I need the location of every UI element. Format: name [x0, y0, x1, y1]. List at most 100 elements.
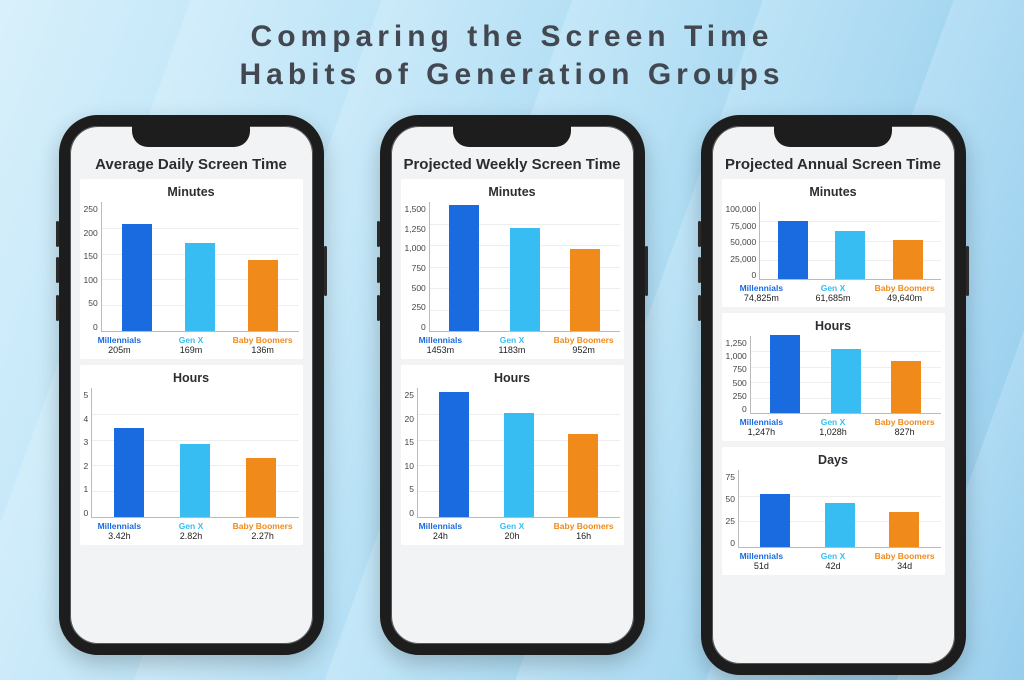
- y-axis: 2520151050: [405, 388, 417, 518]
- x-label: Millennials74,825m: [726, 283, 798, 303]
- category-value: 1,247h: [726, 427, 798, 437]
- category-value: 20h: [476, 531, 548, 541]
- chart-card: Minutes100,00075,00050,00025,0000Millenn…: [722, 179, 945, 307]
- bar-area: [91, 388, 298, 518]
- x-label: Baby Boomers827h: [869, 417, 941, 437]
- y-tick: 2: [84, 461, 89, 471]
- phone-frame: Average Daily Screen TimeMinutes25020015…: [59, 115, 324, 655]
- y-tick: 0: [93, 322, 98, 332]
- gridline: [92, 414, 298, 415]
- y-tick: 500: [733, 378, 747, 388]
- phone-title: Projected Weekly Screen Time: [401, 156, 624, 173]
- chart-plot: 2520151050: [405, 388, 620, 518]
- y-tick: 50: [88, 298, 97, 308]
- chart-card: Minutes250200150100500Millennials205mGen…: [80, 179, 303, 359]
- phone-frame: Projected Weekly Screen TimeMinutes1,500…: [380, 115, 645, 655]
- bar: [891, 361, 921, 413]
- bar-area: [417, 388, 620, 518]
- y-tick: 0: [409, 508, 414, 518]
- bar-area: [101, 202, 299, 332]
- y-tick: 50: [726, 494, 735, 504]
- y-tick: 25: [726, 516, 735, 526]
- chart-card: Hours1,2501,0007505002500Millennials1,24…: [722, 313, 945, 441]
- page-title: Comparing the Screen Time Habits of Gene…: [0, 0, 1024, 93]
- chart-title: Hours: [405, 371, 620, 385]
- category-name: Millennials: [405, 335, 477, 345]
- category-value: 3.42h: [84, 531, 156, 541]
- category-value: 16h: [548, 531, 620, 541]
- chart-plot: 543210: [84, 388, 299, 518]
- y-axis: 1,5001,2501,0007505002500: [405, 202, 429, 332]
- category-name: Baby Boomers: [227, 335, 299, 345]
- category-name: Baby Boomers: [548, 335, 620, 345]
- y-tick: 10: [405, 461, 414, 471]
- y-tick: 75: [726, 472, 735, 482]
- x-labels: Millennials1453mGen X1183mBaby Boomers95…: [405, 335, 620, 355]
- phone-screen: Projected Annual Screen TimeMinutes100,0…: [712, 126, 955, 664]
- bar: [114, 428, 144, 517]
- chart-title: Hours: [84, 371, 299, 385]
- bar: [504, 413, 534, 517]
- category-name: Baby Boomers: [869, 283, 941, 293]
- category-value: 827h: [869, 427, 941, 437]
- y-tick: 1: [84, 484, 89, 494]
- category-value: 952m: [548, 345, 620, 355]
- x-labels: Millennials3.42hGen X2.82hBaby Boomers2.…: [84, 521, 299, 541]
- category-name: Gen X: [476, 335, 548, 345]
- x-label: Baby Boomers34d: [869, 551, 941, 571]
- x-label: Baby Boomers49,640m: [869, 283, 941, 303]
- y-tick: 5: [409, 484, 414, 494]
- y-tick: 0: [84, 508, 89, 518]
- y-tick: 750: [733, 364, 747, 374]
- chart-plot: 100,00075,00050,00025,0000: [726, 202, 941, 280]
- bar: [831, 349, 861, 413]
- category-value: 1,028h: [797, 427, 869, 437]
- chart-card: Hours2520151050Millennials24hGen X20hBab…: [401, 365, 624, 545]
- category-value: 61,685m: [797, 293, 869, 303]
- chart-list: Minutes100,00075,00050,00025,0000Millenn…: [722, 179, 945, 654]
- y-tick: 25,000: [730, 254, 756, 264]
- phone-frame: Projected Annual Screen TimeMinutes100,0…: [701, 115, 966, 675]
- category-name: Millennials: [405, 521, 477, 531]
- title-line-1: Comparing the Screen Time: [251, 20, 774, 53]
- y-tick: 0: [752, 270, 757, 280]
- y-tick: 0: [742, 404, 747, 414]
- bar: [248, 260, 278, 331]
- y-tick: 50,000: [730, 237, 756, 247]
- y-tick: 1,000: [405, 243, 426, 253]
- category-value: 2.27h: [227, 531, 299, 541]
- chart-list: Minutes1,5001,2501,0007505002500Millenni…: [401, 179, 624, 634]
- y-tick: 15: [405, 437, 414, 447]
- y-tick: 3: [84, 437, 89, 447]
- category-name: Millennials: [726, 283, 798, 293]
- x-labels: Millennials1,247hGen X1,028hBaby Boomers…: [726, 417, 941, 437]
- y-tick: 100: [84, 275, 98, 285]
- y-tick: 0: [421, 322, 426, 332]
- chart-title: Minutes: [405, 185, 620, 199]
- y-axis: 1,2501,0007505002500: [726, 336, 750, 414]
- bar: [122, 224, 152, 331]
- bar: [893, 240, 923, 279]
- bar: [180, 444, 210, 517]
- chart-plot: 250200150100500: [84, 202, 299, 332]
- x-labels: Millennials24hGen X20hBaby Boomers16h: [405, 521, 620, 541]
- category-value: 42d: [797, 561, 869, 571]
- y-tick: 5: [84, 390, 89, 400]
- y-tick: 0: [730, 538, 735, 548]
- y-axis: 543210: [84, 388, 92, 518]
- bar: [778, 221, 808, 279]
- bar: [570, 249, 600, 332]
- bar: [770, 335, 800, 413]
- x-label: Gen X42d: [797, 551, 869, 571]
- bar: [760, 494, 790, 547]
- x-label: Gen X1,028h: [797, 417, 869, 437]
- x-labels: Millennials74,825mGen X61,685mBaby Boome…: [726, 283, 941, 303]
- category-name: Baby Boomers: [869, 417, 941, 427]
- category-name: Gen X: [155, 521, 227, 531]
- bar: [185, 243, 215, 331]
- category-name: Gen X: [797, 551, 869, 561]
- phone-row: Average Daily Screen TimeMinutes25020015…: [0, 115, 1024, 675]
- y-tick: 1,250: [405, 224, 426, 234]
- category-name: Millennials: [84, 521, 156, 531]
- chart-plot: 75 50 25 0: [726, 470, 941, 548]
